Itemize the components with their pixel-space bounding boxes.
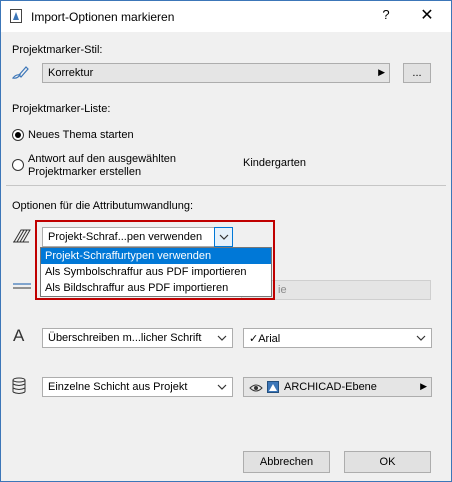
- reply-marker-label-line1[interactable]: Antwort auf den ausgewählten: [28, 153, 176, 165]
- font-select[interactable]: ✓Arial: [243, 328, 432, 348]
- layer-icon: [267, 381, 279, 393]
- font-icon: A: [13, 326, 25, 345]
- section-divider: [6, 185, 446, 186]
- chevron-right-icon: ▶: [378, 67, 385, 77]
- new-topic-label[interactable]: Neues Thema starten: [28, 129, 134, 141]
- cancel-button[interactable]: Abbrechen: [243, 451, 330, 473]
- ok-button[interactable]: OK: [344, 451, 431, 473]
- eye-icon: [249, 384, 263, 392]
- chevron-right-icon: ▶: [420, 381, 427, 391]
- more-options-button[interactable]: ...: [403, 63, 431, 83]
- reply-marker-label-line2[interactable]: Projektmarker erstellen: [28, 166, 141, 178]
- dialog-title: Import-Optionen markieren: [31, 10, 175, 24]
- help-button[interactable]: ?: [378, 7, 394, 22]
- chevron-down-icon: [416, 335, 426, 341]
- new-topic-radio[interactable]: [12, 129, 24, 141]
- title-bar: Import-Optionen markieren ? ✕: [1, 1, 451, 32]
- app-icon: [10, 9, 22, 23]
- close-button[interactable]: ✕: [419, 5, 435, 25]
- attr-conversion-label: Optionen für die Attributumwandlung:: [12, 200, 194, 212]
- font-value: ✓Arial: [249, 332, 280, 345]
- marker-list-label: Projektmarker-Liste:: [12, 103, 111, 115]
- marker-style-label: Projektmarker-Stil:: [12, 44, 103, 56]
- font-mode-select[interactable]: Überschreiben m...licher Schrift: [42, 328, 233, 348]
- layers-icon: [12, 377, 26, 394]
- checkmark-icon: ✓: [249, 333, 259, 345]
- layer-mode-value: Einzelne Schicht aus Projekt: [48, 381, 188, 393]
- line-type-icon: [13, 283, 31, 289]
- reply-marker-radio[interactable]: [12, 159, 24, 171]
- chevron-down-icon: [217, 384, 227, 390]
- marker-style-selector[interactable]: Korrektur ▶: [42, 63, 390, 83]
- layer-select[interactable]: ARCHICAD-Ebene ▶: [243, 377, 432, 397]
- layer-value: ARCHICAD-Ebene: [284, 381, 377, 393]
- fill-hatch-icon: [13, 229, 31, 243]
- reply-marker-value: Kindergarten: [243, 157, 306, 169]
- marker-style-value: Korrektur: [48, 67, 94, 79]
- chevron-down-icon: [217, 335, 227, 341]
- font-value-text: Arial: [258, 333, 281, 345]
- font-mode-value: Überschreiben m...licher Schrift: [48, 332, 202, 344]
- annotation-highlight: [35, 220, 275, 300]
- line-conversion-value: ie: [278, 284, 287, 296]
- layer-mode-select[interactable]: Einzelne Schicht aus Projekt: [42, 377, 233, 397]
- pen-style-icon: [11, 66, 29, 79]
